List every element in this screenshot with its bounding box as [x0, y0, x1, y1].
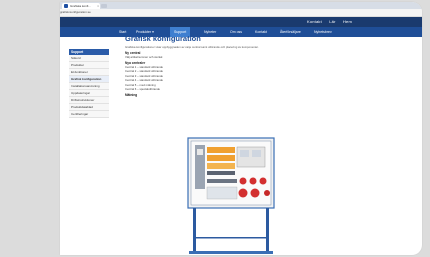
intro-text: Grafiska konfigurationer visar uppbyggna…: [125, 45, 259, 49]
cable-area: [206, 186, 238, 200]
address-text[interactable]: grafisk.konfiguration.se: [60, 10, 91, 14]
rail: [207, 179, 237, 183]
crossbar: [193, 237, 269, 239]
sidebar-item-sokord[interactable]: Sökord: [69, 55, 109, 62]
switch-handle: [197, 149, 203, 155]
page-title: Grafisk konfiguration: [125, 34, 201, 43]
sidebar-item-produkter[interactable]: Produkter: [69, 62, 109, 69]
socket-4: [238, 188, 248, 198]
sidebar-item-uppdateringar[interactable]: Uppdateringar: [69, 90, 109, 97]
distribution-board-diagram: [187, 137, 275, 254]
sidebar-item-driftsinstruktioner[interactable]: Driftsinstruktioner: [69, 97, 109, 104]
section-link[interactable]: Välj artikelnummer och storlek: [125, 55, 300, 59]
browser-tab-title: Grafiska konfi...: [70, 4, 91, 8]
meter-1: [240, 150, 249, 157]
sidebar-item-installationsanvisning[interactable]: Installationsanvisning: [69, 83, 109, 90]
favicon-icon: [64, 4, 68, 8]
leg-left: [193, 208, 196, 252]
breaker-row-2: [207, 155, 235, 161]
breaker-row-3: [207, 163, 235, 169]
tab-bar: Grafiska konfi... ×: [60, 2, 422, 9]
terminal-row: [207, 171, 235, 175]
leg-right: [266, 208, 269, 252]
breaker-row-1: [207, 147, 235, 153]
section-heading-matning: Mätning: [125, 92, 138, 97]
socket-1: [239, 177, 247, 185]
sidebar-item-el-funktioner[interactable]: El-funktioner: [69, 69, 109, 76]
top-link-hem[interactable]: Hem: [343, 19, 352, 24]
sidebar-item-produktdatablad[interactable]: Produktdatablad: [69, 104, 109, 111]
base: [189, 251, 273, 254]
meter-2: [252, 150, 261, 157]
socket-5: [250, 188, 260, 198]
sidebar-item-grafisk-konfiguration[interactable]: Grafisk konfiguration: [69, 76, 109, 83]
socket-2: [249, 177, 257, 185]
top-links: Kontakt Lär Hem: [301, 19, 352, 24]
socket-6: [264, 190, 270, 196]
config-link-6[interactable]: Central 6 – specialutförande: [125, 87, 300, 91]
new-tab-button[interactable]: [101, 4, 107, 8]
sidebar-item-certifieringar[interactable]: Certifieringar: [69, 111, 109, 118]
top-link-kontakt[interactable]: Kontakt: [307, 19, 322, 24]
socket-3: [259, 177, 267, 185]
nav-item-nyhetsbrev[interactable]: Nyhetsbrev: [314, 27, 332, 37]
top-link-lar[interactable]: Lär: [329, 19, 335, 24]
main-content: Grafisk konfiguration Grafiska konfigura…: [125, 34, 300, 97]
site-header: Kontakt Lär Hem: [60, 17, 422, 27]
sidebar: Support Sökord Produkter El-funktioner G…: [69, 49, 109, 118]
address-bar[interactable]: grafisk.konfiguration.se: [60, 9, 422, 17]
